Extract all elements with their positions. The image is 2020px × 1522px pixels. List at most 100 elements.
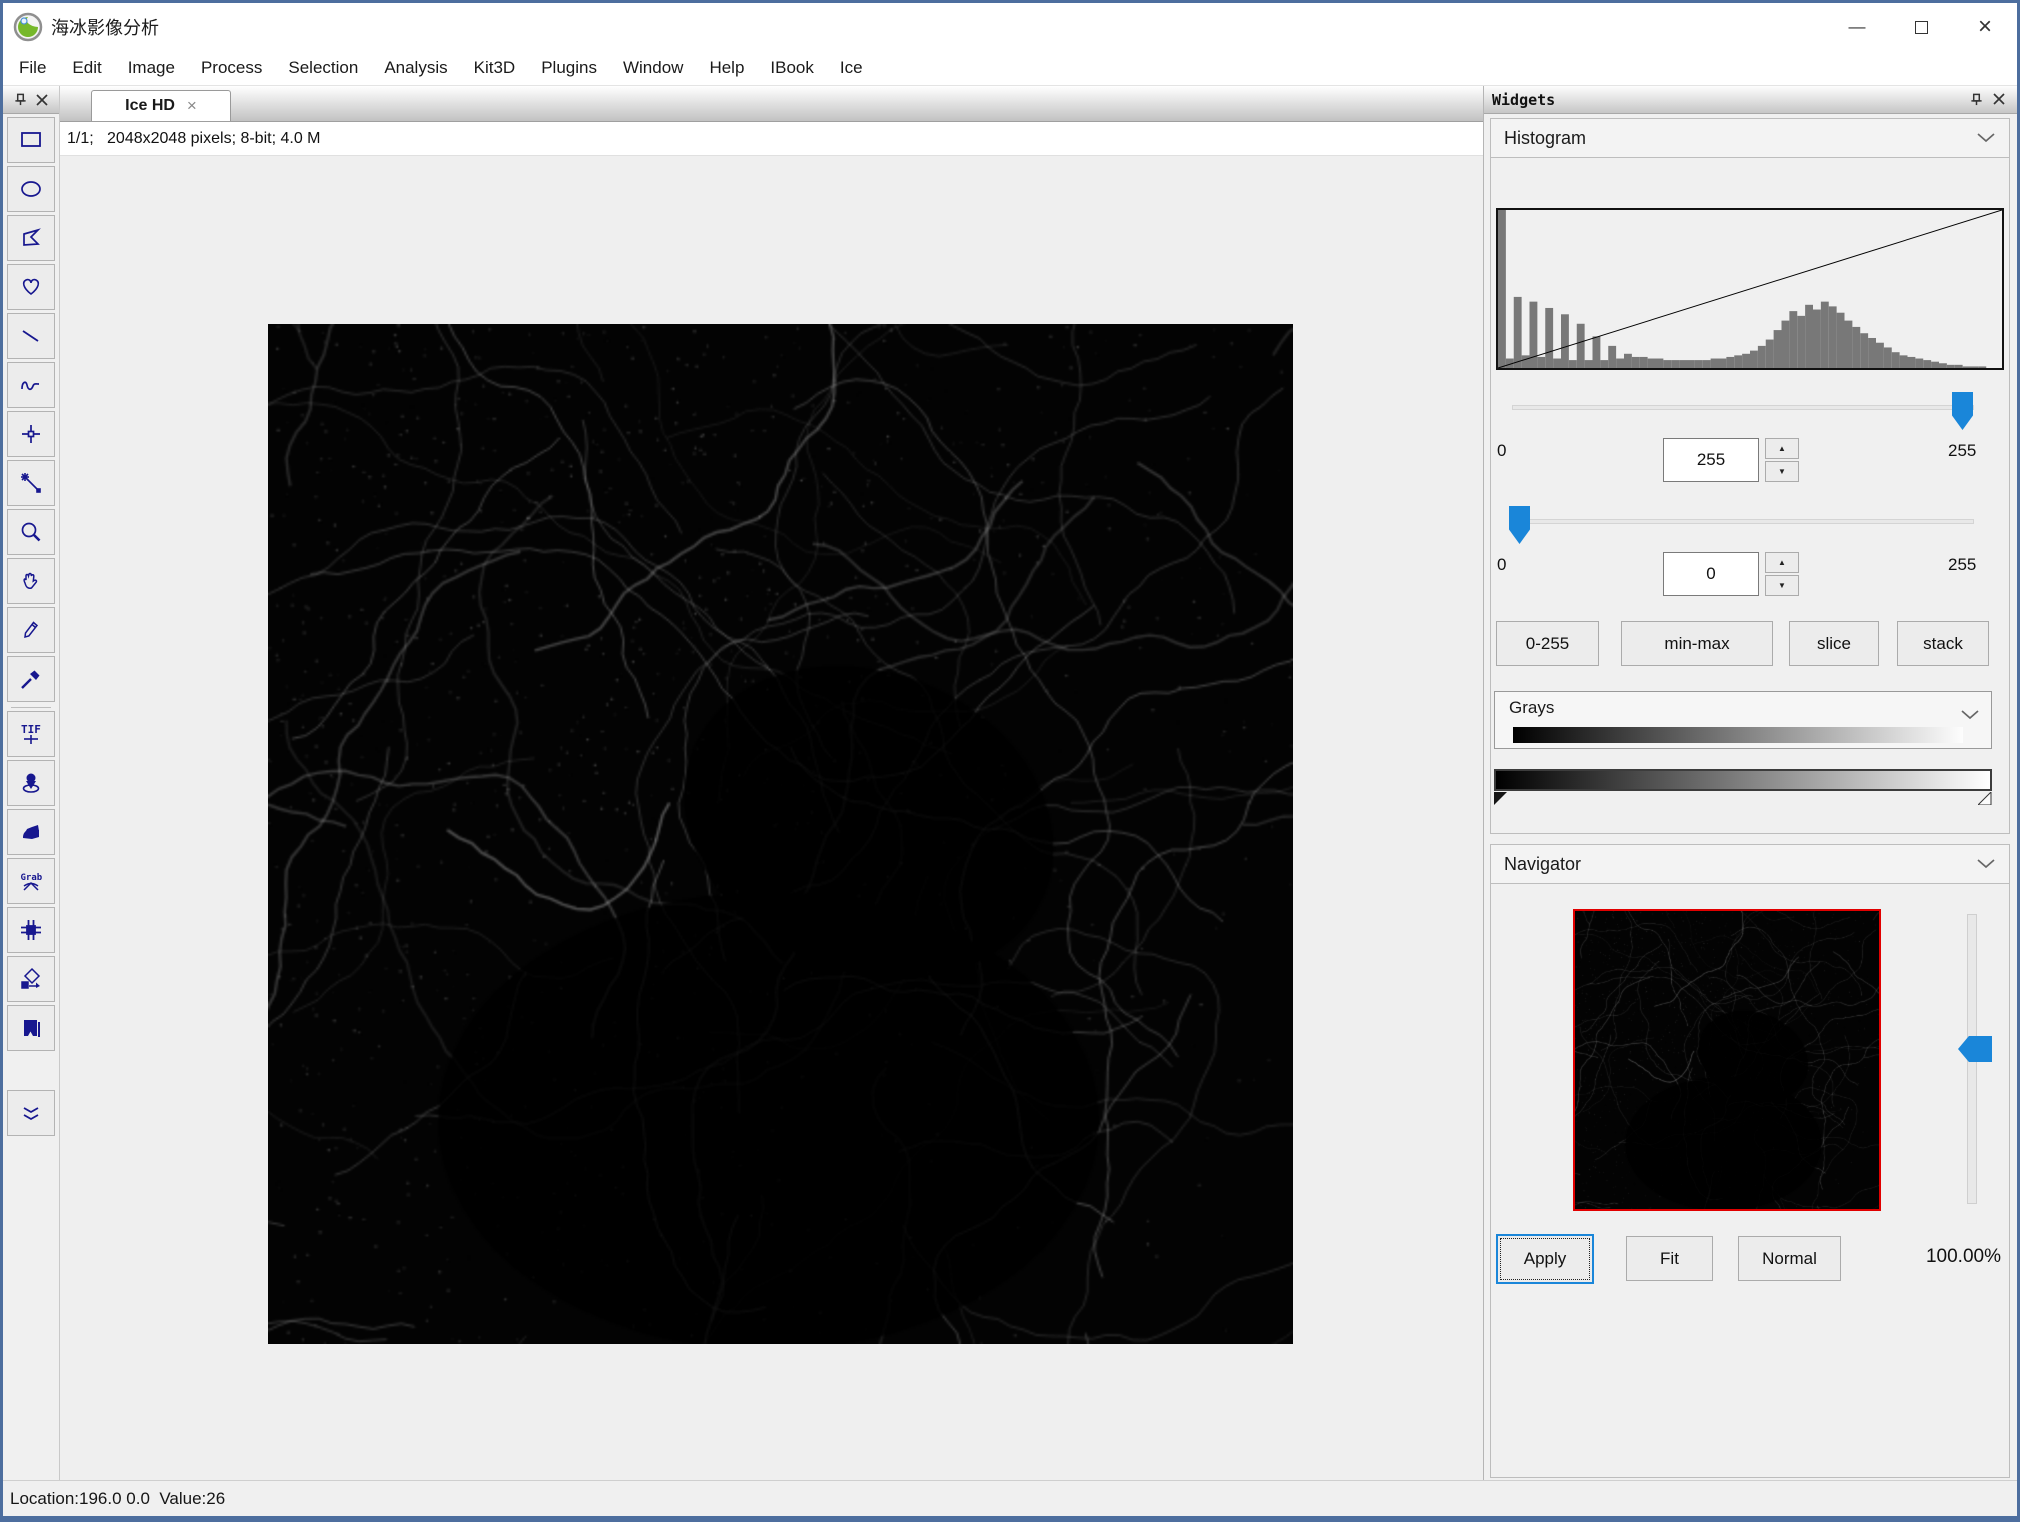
- menu-image[interactable]: Image: [115, 51, 188, 85]
- menu-ibook[interactable]: IBook: [757, 51, 826, 85]
- tool-grid[interactable]: [7, 907, 55, 953]
- tool-freehand-selection[interactable]: [7, 264, 55, 310]
- menu-window[interactable]: Window: [610, 51, 696, 85]
- normal-button[interactable]: Normal: [1738, 1236, 1841, 1281]
- max-slider-handle[interactable]: [1952, 392, 1973, 430]
- min-slider-track[interactable]: [1512, 519, 1974, 524]
- tool-point[interactable]: [7, 411, 55, 457]
- close-icon: ×: [1978, 13, 1992, 41]
- tool-magnifier[interactable]: [7, 509, 55, 555]
- range-0-255-button[interactable]: 0-255: [1496, 621, 1599, 666]
- lut-dropdown[interactable]: Grays: [1494, 691, 1992, 749]
- tab-close-icon[interactable]: ×: [187, 96, 197, 116]
- min-slider-handle[interactable]: [1509, 506, 1530, 544]
- tool-transform[interactable]: [7, 956, 55, 1002]
- max-spin-up-button[interactable]: ▲: [1765, 438, 1799, 459]
- polygon-icon: [18, 225, 44, 251]
- document-area: Ice HD × 1/1; 2048x2048 pixels; 8-bit; 4…: [60, 86, 1483, 1480]
- pin-icon[interactable]: [14, 93, 27, 106]
- magnifier-icon: [18, 519, 44, 545]
- fit-button[interactable]: Fit: [1626, 1236, 1713, 1281]
- menu-edit[interactable]: Edit: [59, 51, 114, 85]
- histogram-title: Histogram: [1491, 128, 1977, 149]
- tool-color-picker[interactable]: [7, 656, 55, 702]
- chevron-down-icon: [1977, 133, 1995, 143]
- menu-selection[interactable]: Selection: [275, 51, 371, 85]
- min-spin-up-button[interactable]: ▲: [1765, 552, 1799, 573]
- menu-plugins[interactable]: Plugins: [528, 51, 610, 85]
- tool-freehand-line[interactable]: [7, 362, 55, 408]
- tif-icon: TIF: [18, 721, 44, 747]
- navigator-section-header[interactable]: Navigator: [1490, 844, 2010, 884]
- window-title: 海冰影像分析: [51, 14, 1825, 40]
- spin-down-icon: ▼: [1778, 468, 1786, 476]
- line-icon: [18, 323, 44, 349]
- tool-rectangle-selection[interactable]: [7, 117, 55, 163]
- toolbar-separator: [11, 707, 51, 708]
- tool-hand[interactable]: [7, 558, 55, 604]
- close-panel-icon[interactable]: [1993, 93, 2005, 105]
- oval-icon: [18, 176, 44, 202]
- tool-polygon-selection[interactable]: [7, 215, 55, 261]
- min-spin-down-button[interactable]: ▼: [1765, 575, 1799, 596]
- image-viewport: [60, 156, 1483, 1480]
- max-spin-down-button[interactable]: ▼: [1765, 461, 1799, 482]
- tool-bar: TIF Grab: [3, 86, 60, 1480]
- sea-ice-image[interactable]: [268, 324, 1293, 1344]
- transform-icon: [18, 966, 44, 992]
- histogram-bars: [1498, 210, 2002, 368]
- navigator-title: Navigator: [1491, 854, 1977, 875]
- pin-icon[interactable]: [1970, 93, 1983, 106]
- minimize-button[interactable]: —: [1825, 3, 1889, 51]
- min-max-button[interactable]: min-max: [1621, 621, 1773, 666]
- histogram-section-header[interactable]: Histogram: [1490, 118, 2010, 158]
- menu-help[interactable]: Help: [696, 51, 757, 85]
- grab-icon: Grab: [18, 868, 44, 894]
- spin-up-icon: ▲: [1778, 445, 1786, 453]
- tool-wand[interactable]: [7, 460, 55, 506]
- tool-line[interactable]: [7, 313, 55, 359]
- close-button[interactable]: ×: [1953, 3, 2017, 51]
- menu-ice[interactable]: Ice: [827, 51, 876, 85]
- menu-kit3d[interactable]: Kit3D: [461, 51, 529, 85]
- eyedropper-icon: [18, 666, 44, 692]
- zoom-level-label: 100.00%: [1926, 1246, 2001, 1268]
- histogram-plot: [1496, 208, 2004, 370]
- contrast-gradient-bar[interactable]: [1494, 769, 1992, 791]
- max-value-input[interactable]: [1663, 438, 1759, 482]
- tool-image-book[interactable]: [7, 1005, 55, 1051]
- gradient-left-handle[interactable]: [1494, 792, 1508, 805]
- status-bar: Location:196.0 0.0 Value:26: [3, 1480, 2017, 1516]
- app-window: 海冰影像分析 — × File Edit Image Process Selec…: [0, 0, 2020, 1522]
- person-pin-icon: [18, 770, 44, 796]
- slice-button[interactable]: slice: [1789, 621, 1879, 666]
- menu-file[interactable]: File: [6, 51, 59, 85]
- tool-pencil[interactable]: [7, 607, 55, 653]
- heart-icon: [18, 274, 44, 300]
- image-info-bar: 1/1; 2048x2048 pixels; 8-bit; 4.0 M: [60, 122, 1483, 156]
- tool-grab[interactable]: Grab: [7, 858, 55, 904]
- navigator-zoom-handle[interactable]: [1958, 1036, 1992, 1062]
- min-slider-max-label: 255: [1948, 555, 1976, 575]
- menu-process[interactable]: Process: [188, 51, 275, 85]
- maximize-button[interactable]: [1889, 3, 1953, 51]
- chevron-down-icon: [1977, 859, 1995, 869]
- close-toolbar-icon[interactable]: [36, 94, 48, 106]
- navigator-thumbnail[interactable]: [1573, 909, 1881, 1211]
- gradient-right-handle[interactable]: [1978, 792, 1992, 805]
- menu-analysis[interactable]: Analysis: [371, 51, 460, 85]
- tool-more-tools[interactable]: [7, 1090, 55, 1136]
- tab-ice-hd[interactable]: Ice HD ×: [91, 90, 231, 121]
- squiggle-icon: [18, 372, 44, 398]
- tool-location-marker[interactable]: [7, 760, 55, 806]
- tool-oval-selection[interactable]: [7, 166, 55, 212]
- crosshair-icon: [18, 421, 44, 447]
- tool-roi-fill[interactable]: [7, 809, 55, 855]
- rectangle-icon: [18, 127, 44, 153]
- tool-tif-registration[interactable]: TIF: [7, 711, 55, 757]
- apply-button[interactable]: Apply: [1496, 1234, 1594, 1284]
- max-slider-track[interactable]: [1512, 405, 1974, 410]
- min-value-input[interactable]: [1663, 552, 1759, 596]
- stack-button[interactable]: stack: [1897, 621, 1989, 666]
- title-bar: 海冰影像分析 — ×: [3, 3, 2017, 51]
